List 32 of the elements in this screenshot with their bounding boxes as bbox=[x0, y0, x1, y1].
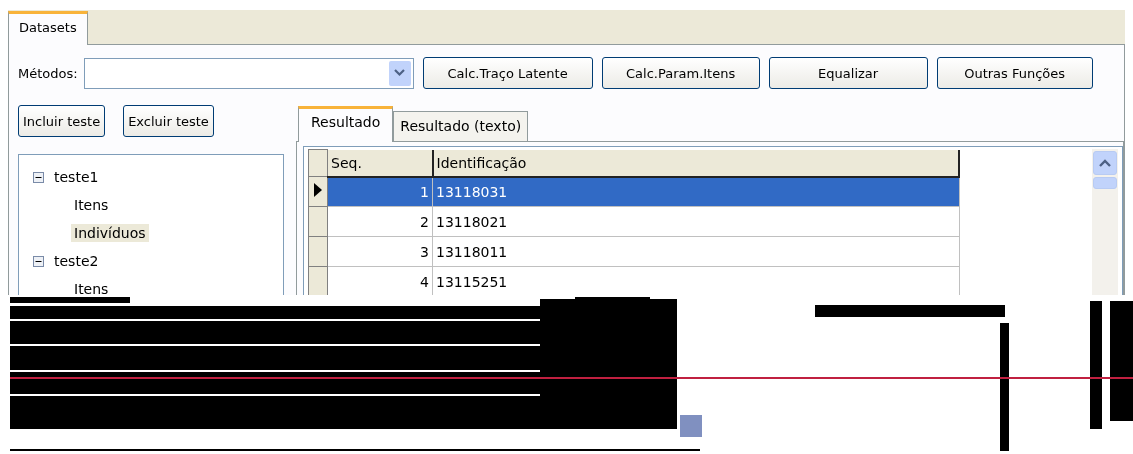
table-cell: 13118011 bbox=[432, 236, 959, 267]
test-button[interactable]: Incluir teste bbox=[18, 105, 106, 137]
current-row-icon bbox=[314, 183, 322, 197]
toolbar-button[interactable]: Calc.Param.Itens bbox=[601, 57, 760, 89]
tree-item[interactable]: teste1 bbox=[54, 169, 99, 185]
column-header: Identificação bbox=[432, 149, 959, 177]
scrollbar[interactable] bbox=[1092, 149, 1118, 295]
table-cell: 1 bbox=[327, 176, 433, 207]
table-cell: 13118021 bbox=[432, 206, 959, 237]
tab[interactable]: Resultado bbox=[298, 106, 394, 142]
tree-item[interactable]: Indivíduos bbox=[71, 224, 149, 242]
scrollbar-thumb[interactable] bbox=[1093, 177, 1117, 189]
methods-label: Métodos: bbox=[18, 65, 78, 81]
table-cell: 3 bbox=[327, 236, 433, 267]
toolbar-button[interactable]: Outras Funções bbox=[936, 57, 1093, 89]
table-cell: 13118031 bbox=[432, 176, 959, 207]
table-cell: 2 bbox=[327, 206, 433, 237]
methods-dropdown[interactable] bbox=[83, 57, 414, 89]
test-button[interactable]: Excluir teste bbox=[123, 105, 214, 137]
collapse-icon[interactable] bbox=[33, 255, 44, 267]
tree-item[interactable]: Itens bbox=[71, 280, 112, 295]
tree-item[interactable]: Itens bbox=[71, 196, 112, 214]
tab[interactable]: Datasets bbox=[8, 11, 88, 45]
tree-item[interactable]: teste2 bbox=[54, 253, 99, 269]
toolbar-button[interactable]: Equalizar bbox=[768, 57, 928, 89]
collapse-icon[interactable] bbox=[33, 171, 44, 183]
scroll-up-button[interactable] bbox=[1093, 151, 1117, 175]
chevron-down-icon bbox=[394, 69, 406, 77]
toolbar-button[interactable]: Calc.Traço Latente bbox=[422, 57, 593, 89]
column-header: Seq. bbox=[327, 149, 433, 177]
tab[interactable]: Resultado (texto) bbox=[393, 111, 529, 141]
chevron-up-icon bbox=[1099, 159, 1111, 167]
